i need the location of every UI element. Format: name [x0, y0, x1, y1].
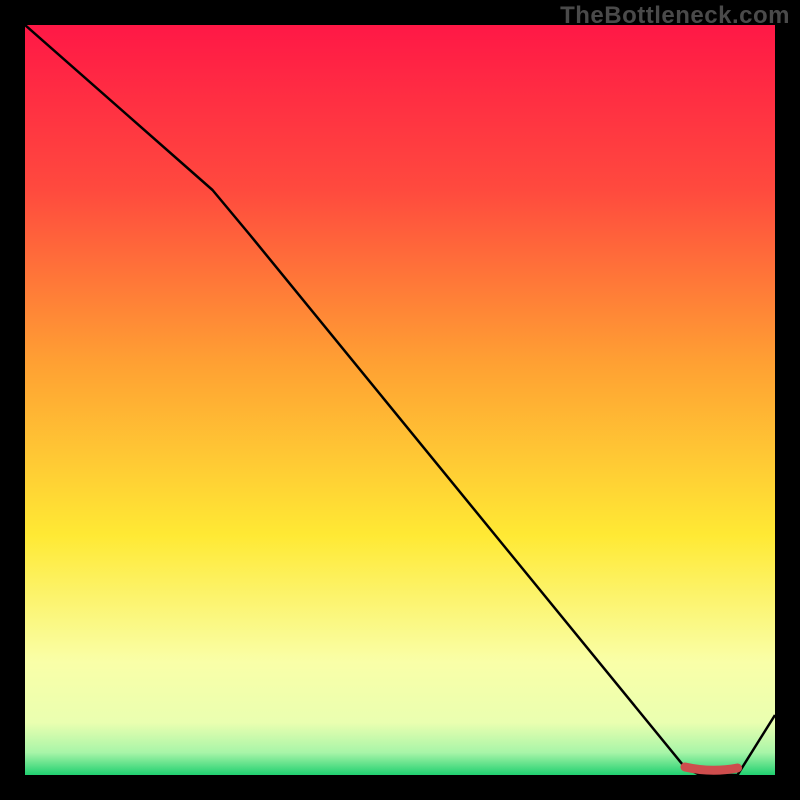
- chart-container: TheBottleneck.com: [0, 0, 800, 800]
- minimum-marker: [685, 767, 738, 770]
- chart-plot-area: [25, 25, 775, 775]
- gradient-background: [25, 25, 775, 775]
- chart-svg: [25, 25, 775, 775]
- watermark-text: TheBottleneck.com: [560, 2, 790, 30]
